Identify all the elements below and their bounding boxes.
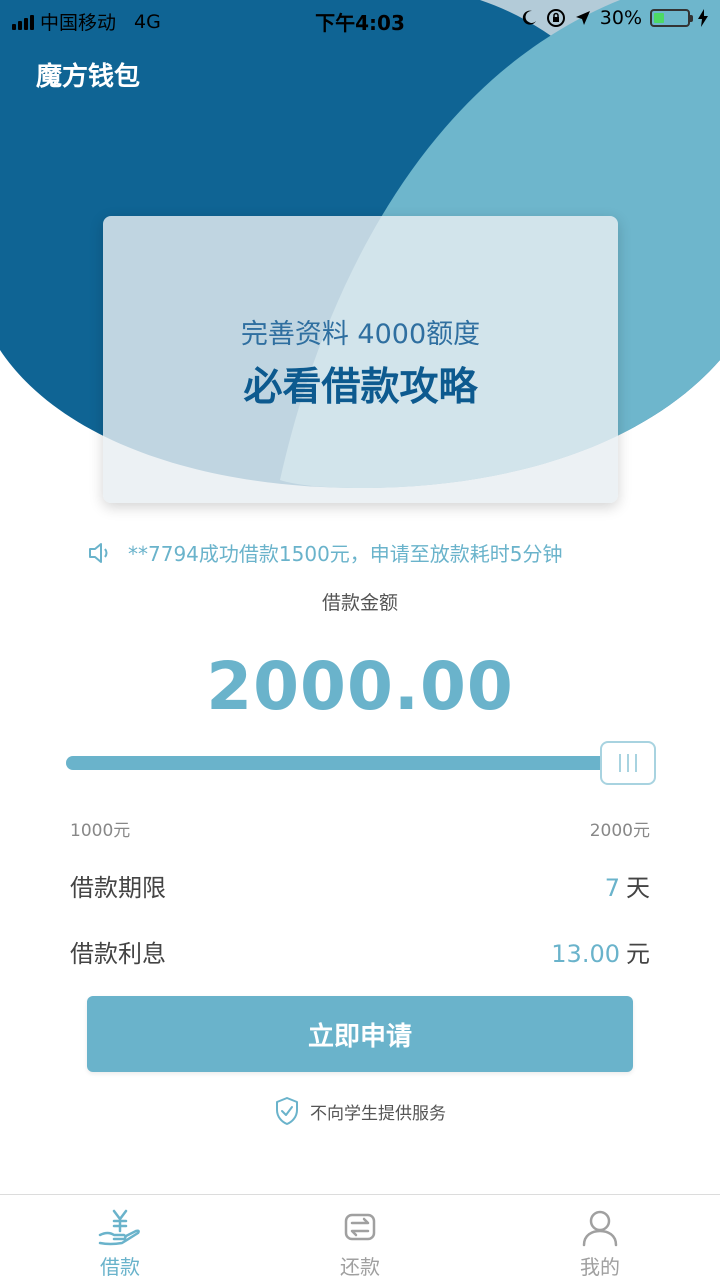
speaker-icon (89, 542, 108, 563)
student-disclaimer: 不向学生提供服务 (0, 1096, 720, 1126)
battery-percent: 30% (599, 7, 642, 29)
loan-interest-value: 13.00 (551, 940, 620, 968)
loan-term-value: 7 (604, 874, 620, 902)
charging-icon (698, 9, 708, 27)
amount-label: 借款金额 (321, 592, 398, 614)
tab-mine-label: 我的 (580, 1255, 620, 1279)
loan-interest-label: 借款利息 (70, 940, 166, 968)
tab-repay-label: 还款 (340, 1255, 380, 1279)
loan-term-unit: 天 (626, 874, 650, 902)
loan-interest-row: 借款利息 13.00 元 (70, 934, 650, 969)
user-icon (582, 1210, 618, 1247)
notice-text: **7794成功借款1500元，申请至放款耗时5分钟 (128, 542, 563, 566)
bottom-tab-bar: 借款 还款 我的 (0, 1194, 720, 1280)
promo-subtitle: 完善资料 4000额度 (240, 319, 481, 350)
location-icon (575, 11, 590, 25)
tab-borrow-label: 借款 (100, 1255, 140, 1279)
status-right: 30% (520, 7, 708, 29)
apply-now-button[interactable]: 立即申请 (87, 996, 633, 1072)
slider-max-label: 2000元 (589, 821, 650, 841)
repay-cycle-icon (344, 1213, 376, 1241)
battery-icon (650, 9, 693, 27)
amount-slider-track[interactable] (66, 756, 652, 770)
promo-banner[interactable]: 完善资料 4000额度 必看借款攻略 (103, 216, 618, 503)
moon-icon (522, 10, 536, 25)
status-bar: 中国移动 4G 下午4:03 30% (0, 0, 720, 40)
loan-interest-unit: 元 (626, 940, 650, 968)
amount-value: 2000.00 (206, 648, 514, 725)
promo-title: 必看借款攻略 (243, 365, 478, 410)
app-title: 魔方钱包 (36, 62, 141, 92)
loan-term-value-group: 7天 (605, 868, 650, 903)
disclaimer-text: 不向学生提供服务 (310, 1103, 446, 1124)
shield-check-icon (276, 1097, 298, 1125)
tab-mine[interactable]: 我的 (480, 1195, 720, 1280)
rotation-lock-icon (546, 9, 565, 27)
loan-interest-value-group: 13.00 元 (551, 934, 650, 969)
loan-term-label: 借款期限 (70, 874, 166, 902)
amount-slider-fill (66, 756, 652, 770)
notice-ticker: **7794成功借款1500元，申请至放款耗时5分钟 (86, 538, 563, 567)
tab-borrow[interactable]: 借款 (0, 1195, 240, 1280)
tab-repay[interactable]: 还款 (240, 1195, 480, 1280)
amount-slider-handle[interactable] (600, 741, 656, 785)
loan-term-row: 借款期限 7天 (70, 868, 650, 903)
slider-min-label: 1000元 (70, 821, 131, 841)
yen-hand-icon (98, 1209, 140, 1246)
